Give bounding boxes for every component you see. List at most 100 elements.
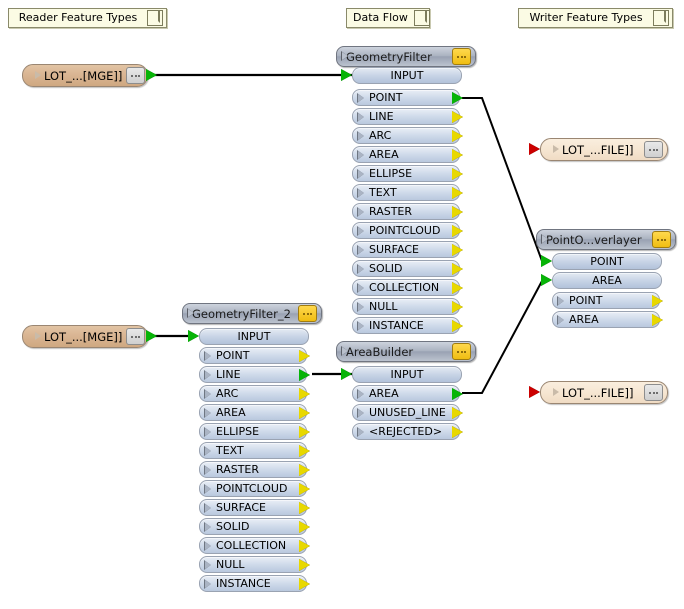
output-arrow-icon [299,502,310,514]
port-geometryfilter2-area[interactable]: AREA [199,404,307,421]
ellipsis-icon[interactable] [452,343,471,360]
transformer-header[interactable]: GeometryFilter_2 [182,303,322,324]
port-geometryfilter2-instance[interactable]: INSTANCE [199,575,307,592]
transformer-areabuilder[interactable]: AreaBuilder [336,341,476,362]
port-geometryfilter-ellipse[interactable]: ELLIPSE [352,165,460,182]
output-arrow-icon [452,187,463,199]
port-geometryfilter-null[interactable]: NULL [352,298,460,315]
ellipsis-icon[interactable] [298,305,317,322]
output-arrow-icon [452,263,463,275]
port-geometryfilter2-raster[interactable]: RASTER [199,461,307,478]
port-label: SOLID [216,520,249,533]
ellipsis-icon[interactable] [644,384,663,401]
feature-type-label: LOT_...FILE]] [562,143,640,157]
ellipsis-icon[interactable] [644,141,663,158]
transformer-header[interactable]: GeometryFilter [336,46,476,67]
port-geometryfilter2-collection[interactable]: COLLECTION [199,537,307,554]
reader-feature-type-1[interactable]: LOT_...[MGE]] [22,64,148,87]
port-geometryfilter-pointcloud[interactable]: POINTCLOUD [352,222,460,239]
folded-corner-icon[interactable] [653,10,669,26]
port-label: INSTANCE [216,577,271,590]
port-areabuilder-input[interactable]: INPUT [352,366,462,383]
port-geometryfilter2-pointcloud[interactable]: POINTCLOUD [199,480,307,497]
port-geometryfilter-instance[interactable]: INSTANCE [352,317,460,334]
port-areabuilder-rejected[interactable]: <REJECTED> [352,423,460,440]
port-areabuilder-area[interactable]: AREA [352,385,460,402]
port-geometryfilter-text[interactable]: TEXT [352,184,460,201]
transformer-pointoverlayer[interactable]: PointO...verlayer [536,229,676,250]
output-arrow-icon [299,426,310,438]
port-label: POINT [216,349,249,362]
port-label: POINT [369,91,402,104]
output-arrow-icon [452,388,463,400]
port-geometryfilter-arc[interactable]: ARC [352,127,460,144]
transformer-geometryfilter[interactable]: GeometryFilter [336,46,476,67]
output-arrow-icon [452,301,463,313]
output-arrow-icon [299,483,310,495]
ellipsis-icon[interactable] [452,48,471,65]
port-geometryfilter2-text[interactable]: TEXT [199,442,307,459]
bookmark-data-flow[interactable]: Data Flow [346,8,430,28]
port-geometryfilter-input[interactable]: INPUT [352,67,462,84]
writer-feature-type-2[interactable]: LOT_...FILE]] [540,381,668,404]
output-arrow-icon [452,282,463,294]
input-arrow-icon [341,69,352,81]
port-pointoverlayer-area-in[interactable]: AREA [552,272,662,289]
bookmark-writer-feature-types[interactable]: Writer Feature Types [518,8,673,28]
bookmark-reader-feature-types[interactable]: Reader Feature Types [8,8,167,28]
expand-triangle-icon [358,409,364,417]
transformer-geometryfilter2[interactable]: GeometryFilter_2 [182,303,322,324]
port-pointoverlayer-point-in[interactable]: POINT [552,253,662,270]
transformer-name: GeometryFilter [346,50,452,64]
output-arrow-icon [299,464,310,476]
port-geometryfilter2-arc[interactable]: ARC [199,385,307,402]
expand-triangle-icon [205,466,211,474]
transformer-header[interactable]: AreaBuilder [336,341,476,362]
port-geometryfilter2-point[interactable]: POINT [199,347,307,364]
port-geometryfilter-surface[interactable]: SURFACE [352,241,460,258]
transformer-name: GeometryFilter_2 [192,307,298,321]
port-geometryfilter-collection[interactable]: COLLECTION [352,279,460,296]
feature-type-label: LOT_...[MGE]] [44,330,122,344]
input-arrow-icon [541,274,552,286]
expand-triangle-icon [205,580,211,588]
expand-triangle-icon [558,297,564,305]
output-arrow-icon [452,320,463,332]
port-geometryfilter-solid[interactable]: SOLID [352,260,460,277]
port-geometryfilter2-solid[interactable]: SOLID [199,518,307,535]
expand-triangle-icon[interactable] [547,141,559,158]
port-geometryfilter-area[interactable]: AREA [352,146,460,163]
expand-triangle-icon[interactable] [29,67,41,84]
expand-triangle-icon[interactable] [547,384,559,401]
port-geometryfilter2-line[interactable]: LINE [199,366,307,383]
port-geometryfilter-raster[interactable]: RASTER [352,203,460,220]
port-geometryfilter-point[interactable]: POINT [352,89,460,106]
transformer-header[interactable]: PointO...verlayer [536,229,676,250]
port-geometryfilter2-input[interactable]: INPUT [199,328,309,345]
port-pointoverlayer-point-out[interactable]: POINT [552,292,660,309]
bookmark-label: Reader Feature Types [9,9,147,27]
output-arrow-icon [299,559,310,571]
port-areabuilder-unused-line[interactable]: UNUSED_LINE [352,404,460,421]
transformer-name: AreaBuilder [346,345,452,359]
port-label: ARC [216,387,238,400]
output-arrow-icon [146,330,157,342]
ellipsis-icon[interactable] [126,328,145,345]
port-pointoverlayer-area-out[interactable]: AREA [552,311,660,328]
ellipsis-icon[interactable] [126,67,145,84]
expand-triangle-icon[interactable] [29,328,41,345]
port-label: INPUT [391,69,424,82]
writer-feature-type-1[interactable]: LOT_...FILE]] [540,138,668,161]
reader-feature-type-2[interactable]: LOT_...[MGE]] [22,325,148,348]
ellipsis-icon[interactable] [652,231,671,248]
port-geometryfilter2-null[interactable]: NULL [199,556,307,573]
port-geometryfilter2-ellipse[interactable]: ELLIPSE [199,423,307,440]
port-geometryfilter2-surface[interactable]: SURFACE [199,499,307,516]
port-label: LINE [369,110,394,123]
folded-corner-icon[interactable] [414,10,430,26]
folded-corner-icon[interactable] [147,10,163,26]
port-label: NULL [369,300,398,313]
port-geometryfilter-line[interactable]: LINE [352,108,460,125]
workspace-canvas[interactable]: Reader Feature Types Data Flow Writer Fe… [0,0,684,609]
port-label: SOLID [369,262,402,275]
